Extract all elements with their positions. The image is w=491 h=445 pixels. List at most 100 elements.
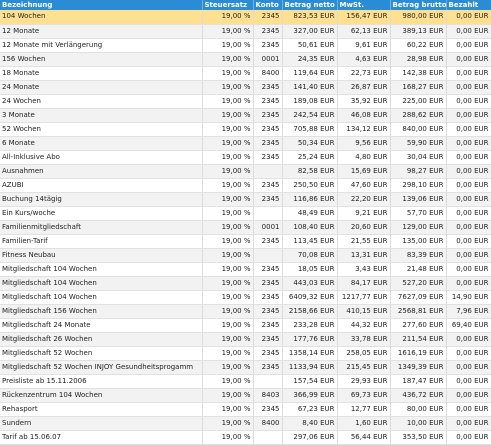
betrag-brutto-cell: 1349,39 EUR <box>390 360 447 375</box>
column-header-bezeichnung[interactable]: Bezeichnung <box>0 0 203 10</box>
konto-cell: 2345 <box>253 136 283 151</box>
bezahlt-cell: 0,00 EUR <box>446 220 491 235</box>
betrag-brutto-cell: 135,00 EUR <box>390 234 447 249</box>
konto-cell: 2345 <box>253 332 283 347</box>
konto-cell: 2345 <box>253 108 283 123</box>
konto-cell: 2345 <box>253 192 283 207</box>
bezahlt-cell: 0,00 EUR <box>446 332 491 347</box>
betrag-netto-cell: 1133,94 EUR <box>282 360 338 375</box>
betrag-brutto-cell: 168,27 EUR <box>390 80 447 95</box>
table-row[interactable]: AZUBI 19,00 % 2345 250,50 EUR 47,60 EUR 298,1… <box>0 178 491 193</box>
bezahlt-cell: 0,00 EUR <box>446 136 491 151</box>
bezeichnung-cell: Ausnahmen <box>0 164 203 179</box>
steuersatz-cell: 19,00 % <box>202 164 254 179</box>
table-row[interactable]: 104 Wochen 19,00 % 2345 823,53 EUR 156,47 EU… <box>0 10 491 25</box>
table-row[interactable]: Mitgliedschaft 104 Wochen 19,00 % 2345 443,… <box>0 276 491 291</box>
betrag-brutto-cell: 2568,81 EUR <box>390 304 447 319</box>
table-row[interactable]: Fitness Neubau 19,00 % 70,08 EUR 13,31 EUR 8… <box>0 248 491 263</box>
steuersatz-cell: 19,00 % <box>202 136 254 151</box>
bezahlt-cell: 0,00 EUR <box>446 262 491 277</box>
table-row[interactable]: Mitgliedschaft 26 Wochen 19,00 % 2345 177,7… <box>0 332 491 347</box>
betrag-netto-cell: 70,08 EUR <box>282 248 338 263</box>
steuersatz-cell: 19,00 % <box>202 150 254 165</box>
column-header-bezahlt[interactable]: Bezahlt <box>446 0 491 10</box>
steuersatz-cell: 19,00 % <box>202 332 254 347</box>
bezahlt-cell: 0,00 EUR <box>446 416 491 431</box>
steuersatz-cell: 19,00 % <box>202 304 254 319</box>
mwst-cell: 13,31 EUR <box>337 248 391 263</box>
table-row[interactable]: Mitgliedschaft 24 Monate 19,00 % 2345 233,2… <box>0 318 491 333</box>
bezeichnung-cell: Familienmitgliedschaft <box>0 220 203 235</box>
steuersatz-cell: 19,00 % <box>202 206 254 221</box>
column-header-betrag-brutto[interactable]: Betrag brutto <box>390 0 447 10</box>
steuersatz-cell: 19,00 % <box>202 80 254 95</box>
betrag-netto-cell: 119,64 EUR <box>282 66 338 81</box>
bezeichnung-cell: Rückenzentrum 104 Wochen <box>0 388 203 403</box>
betrag-brutto-cell: 7627,09 EUR <box>390 290 447 305</box>
konto-cell: 2345 <box>253 402 283 417</box>
steuersatz-cell: 19,00 % <box>202 234 254 249</box>
betrag-brutto-cell: 142,38 EUR <box>390 66 447 81</box>
mwst-cell: 22,20 EUR <box>337 192 391 207</box>
steuersatz-cell: 19,00 % <box>202 430 254 445</box>
bezahlt-cell: 0,00 EUR <box>446 430 491 445</box>
table-row[interactable]: Tarif ab 15.06.07 19,00 % 297,06 EUR 56,44 … <box>0 430 491 445</box>
steuersatz-cell: 19,00 % <box>202 66 254 81</box>
table-row[interactable]: 24 Wochen 19,00 % 2345 189,08 EUR 35,92 EUR 2… <box>0 94 491 109</box>
mwst-cell: 134,12 EUR <box>337 122 391 137</box>
table-row[interactable]: Ausnahmen 19,00 % 82,58 EUR 15,69 EUR 98,27 … <box>0 164 491 179</box>
table-row[interactable]: 12 Monate mit Verlängerung 19,00 % 2345 50,… <box>0 38 491 53</box>
steuersatz-cell: 19,00 % <box>202 388 254 403</box>
table-row[interactable]: Mitgliedschaft 52 Wochen 19,00 % 2345 1358,… <box>0 346 491 361</box>
table-row[interactable]: Familienmitgliedschaft 19,00 % 0001 108,40 … <box>0 220 491 235</box>
betrag-brutto-cell: 288,62 EUR <box>390 108 447 123</box>
table-row[interactable]: Rehasport 19,00 % 2345 67,23 EUR 12,77 EUR 80… <box>0 402 491 417</box>
mwst-cell: 33,78 EUR <box>337 332 391 347</box>
betrag-netto-cell: 25,24 EUR <box>282 150 338 165</box>
konto-cell <box>253 374 283 389</box>
table-row[interactable]: Sundern 19,00 % 8400 8,40 EUR 1,60 EUR 10,00 … <box>0 416 491 431</box>
table-row[interactable]: 12 Monate 19,00 % 2345 327,00 EUR 62,13 EUR 3… <box>0 24 491 39</box>
table-row[interactable]: 3 Monate 19,00 % 2345 242,54 EUR 46,08 EUR 28… <box>0 108 491 123</box>
table-row[interactable]: Buchung 14tägig 19,00 % 2345 116,86 EUR 22,2… <box>0 192 491 207</box>
table-row[interactable]: Rückenzentrum 104 Wochen 19,00 % 8403 366,9… <box>0 388 491 403</box>
betrag-brutto-cell: 980,00 EUR <box>390 10 447 25</box>
bezeichnung-cell: 52 Wochen <box>0 122 203 137</box>
bezahlt-cell: 0,00 EUR <box>446 24 491 39</box>
header-row: Bezeichnung Steuersatz Konto Betrag nett… <box>0 0 491 10</box>
table-row[interactable]: Preisliste ab 15.11.2006 19,00 % 157,54 EU… <box>0 374 491 389</box>
betrag-brutto-cell: 1616,19 EUR <box>390 346 447 361</box>
betrag-netto-cell: 50,61 EUR <box>282 38 338 53</box>
bezeichnung-cell: 3 Monate <box>0 108 203 123</box>
mwst-cell: 3,43 EUR <box>337 262 391 277</box>
betrag-netto-cell: 2158,66 EUR <box>282 304 338 319</box>
betrag-netto-cell: 189,08 EUR <box>282 94 338 109</box>
mwst-cell: 215,45 EUR <box>337 360 391 375</box>
table-row[interactable]: 52 Wochen 19,00 % 2345 705,88 EUR 134,12 EUR… <box>0 122 491 137</box>
betrag-brutto-cell: 98,27 EUR <box>390 164 447 179</box>
konto-cell <box>253 248 283 263</box>
table-row[interactable]: Mitgliedschaft 104 Wochen 19,00 % 2345 6409… <box>0 290 491 305</box>
table-row[interactable]: 156 Wochen 19,00 % 0001 24,35 EUR 4,63 EUR 28… <box>0 52 491 67</box>
column-header-betrag-netto[interactable]: Betrag netto <box>282 0 338 10</box>
bezahlt-cell: 0,00 EUR <box>446 80 491 95</box>
column-header-steuersatz[interactable]: Steuersatz <box>202 0 254 10</box>
mwst-cell: 84,17 EUR <box>337 276 391 291</box>
table-row[interactable]: Mitgliedschaft 52 Wochen INJOY Gesundhei… <box>0 360 491 375</box>
konto-cell: 2345 <box>253 122 283 137</box>
table-row[interactable]: 18 Monate 19,00 % 8400 119,64 EUR 22,73 EUR 1… <box>0 66 491 81</box>
table-row[interactable]: 24 Monate 19,00 % 2345 141,40 EUR 26,87 EUR 1… <box>0 80 491 95</box>
betrag-brutto-cell: 57,70 EUR <box>390 206 447 221</box>
column-header-konto[interactable]: Konto <box>253 0 283 10</box>
table-row[interactable]: 6 Monate 19,00 % 2345 50,34 EUR 9,56 EUR 59,9… <box>0 136 491 151</box>
table-row[interactable]: All-Inklusive Abo 19,00 % 2345 25,24 EUR 4,8… <box>0 150 491 165</box>
konto-cell <box>253 430 283 445</box>
steuersatz-cell: 19,00 % <box>202 276 254 291</box>
column-header-mwst[interactable]: MwSt. <box>337 0 391 10</box>
table-row[interactable]: Ein Kurs/woche 19,00 % 48,49 EUR 9,21 EUR 57… <box>0 206 491 221</box>
konto-cell: 2345 <box>253 304 283 319</box>
table-row[interactable]: Familien-Tarif 19,00 % 2345 113,45 EUR 21,55… <box>0 234 491 249</box>
table-row[interactable]: Mitgliedschaft 156 Wochen 19,00 % 2345 2158… <box>0 304 491 319</box>
table-row[interactable]: Mitgliedschaft 104 Wochen 19,00 % 2345 18,0… <box>0 262 491 277</box>
bezeichnung-cell: Buchung 14tägig <box>0 192 203 207</box>
